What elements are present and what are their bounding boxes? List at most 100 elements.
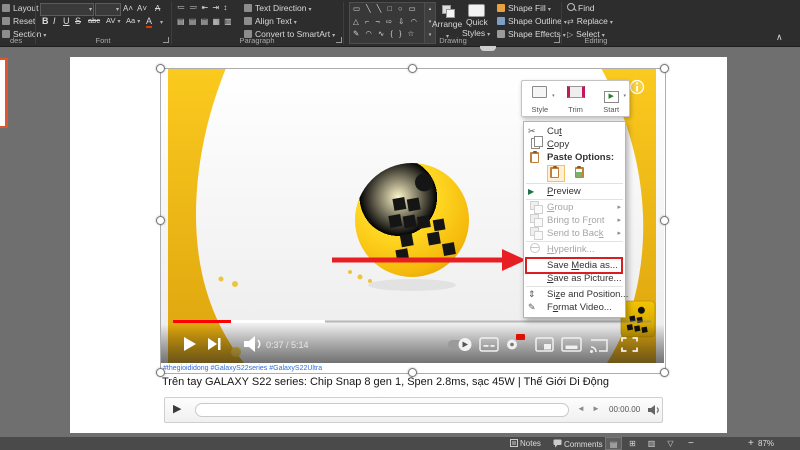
change-case-button[interactable]: Aa ▾ [126,16,140,25]
italic-button[interactable]: I [53,16,56,26]
normal-view-button[interactable]: ▤ [605,437,622,450]
slide-thumbnail-selected[interactable] [0,58,8,128]
zoom-out-button[interactable]: − [688,438,694,449]
zoom-in-button[interactable]: + [748,438,754,449]
font-dialog-launcher[interactable] [163,37,169,43]
menu-separator [526,183,623,184]
group-icon [528,201,544,214]
video-hashtags[interactable]: #thegioididong #GalaxyS22series #GalaxyS… [163,365,322,372]
selection-handle-mid-right[interactable] [660,216,669,225]
status-bar: Notes Comments ▤ ⊞ ▥ ▽ − + 87% [0,437,800,450]
ball-shadow [368,279,456,291]
menu-item-group[interactable]: Group ▸ [524,201,625,214]
align-text-button[interactable]: Align Text ▾ [244,16,297,26]
bold-button[interactable]: B [42,16,49,26]
selection-handle-top-left[interactable] [156,64,165,73]
font-color-caret[interactable]: ▾ [158,16,163,26]
menu-separator [526,257,623,258]
drawing-group-label: Drawing [439,36,467,45]
menu-item-send-to-back[interactable]: Send to Back ▸ [524,227,625,240]
copy-icon [528,136,544,151]
red-arrow-annotation [332,249,526,271]
reset-button[interactable]: Reset [2,16,35,26]
paste-keep-theme-button[interactable] [547,165,565,182]
ribbon: Layout▾ Reset Section▾ des ▾ ▾ A˄ A˅ A B… [0,0,800,47]
font-size-combobox[interactable]: ▾ [95,3,121,16]
trim-button[interactable]: Trim [558,81,594,116]
trim-icon [566,86,585,98]
font-color-button[interactable]: A [146,16,153,28]
slide-sorter-view-button[interactable]: ⊞ [624,437,641,450]
settings-badge [516,334,525,340]
quick-styles-button[interactable]: Quick [466,17,488,27]
text-direction-button[interactable]: Text Direction ▾ [244,3,312,13]
send-to-back-icon [528,227,544,240]
size-position-icon: ⇕ [528,289,536,299]
selection-handle-bottom-right[interactable] [660,368,669,377]
shape-fill-icon [497,4,505,12]
menu-item-paste-options: Paste Options: [524,150,625,164]
arrange-button[interactable]: Arrange [432,19,462,29]
character-spacing-button[interactable]: AV ▾ [106,16,120,25]
media-step-forward-button[interactable]: ► [592,404,600,413]
underline-button[interactable]: U [63,16,70,26]
shape-outline-button[interactable]: Shape Outline ▾ [497,16,567,26]
hyperlink-icon [528,243,544,256]
comments-button[interactable]: Comments [553,439,603,449]
menu-item-bring-to-front[interactable]: Bring to Front ▸ [524,214,625,227]
grow-font-button[interactable]: A˄ [123,4,133,13]
menu-item-preview[interactable]: ▶ Preview [524,185,625,198]
media-step-back-button[interactable]: ◄ [577,404,585,413]
shape-fill-button[interactable]: Shape Fill ▾ [497,3,551,13]
selection-handle-top-right[interactable] [660,64,669,73]
search-icon [567,3,575,11]
selection-handle-mid-left[interactable] [156,216,165,225]
menu-item-save-as-picture[interactable]: Save as Picture... [524,272,625,285]
video-mini-toolbar: ▾ Style Trim ▶ ▾ Start [521,80,630,117]
start-icon: ▶ [603,91,619,103]
media-seek-bar[interactable] [195,403,569,417]
replace-button[interactable]: ⇄ Replace ▾ [567,16,613,26]
video-info-icon[interactable] [629,79,645,95]
collapse-ribbon-button[interactable]: ∧ [776,32,783,43]
reset-icon [2,17,10,25]
strikethrough-abc-button[interactable]: abc [88,16,100,25]
ribbon-notch [480,46,496,51]
paste-as-picture-button[interactable] [572,165,590,182]
find-button[interactable]: Find [567,3,595,13]
progress-played[interactable] [173,320,231,323]
reading-view-button[interactable]: ▥ [643,437,660,450]
zoom-level-label[interactable]: 87% [758,439,774,448]
shapes-row-2[interactable]: △ ⌐ ¬ ⇨ ⇩ ◠ [350,16,424,29]
font-name-combobox[interactable]: ▾ [40,3,94,16]
selection-handle-top-center[interactable] [408,64,417,73]
drawing-dialog-launcher[interactable] [554,37,560,43]
media-play-button[interactable]: ▶ [173,402,181,415]
progress-buffered[interactable] [231,320,325,323]
strikethrough-button[interactable]: S [75,16,81,26]
menu-item-format-video[interactable]: ✎ Format Video... [524,301,625,314]
clear-formatting-button[interactable]: A [155,4,160,13]
media-volume-icon[interactable] [647,404,661,416]
paste-icon [528,150,544,164]
menu-separator [526,241,623,242]
menu-separator [526,286,623,287]
paragraph-dialog-launcher[interactable] [336,37,342,43]
progress-track[interactable] [325,320,651,323]
style-button[interactable]: ▾ Style [522,81,558,116]
notes-icon [510,439,518,447]
paragraph-list-buttons[interactable]: ≔ ≕ ⇤ ⇥ ↕ [177,3,228,12]
paragraph-align-buttons[interactable]: ▤ ▤ ▤ ▦ ▥ [177,17,233,26]
layout-button[interactable]: Layout▾ [2,3,44,13]
slideshow-view-button[interactable]: ▽ [662,437,679,450]
menu-separator [526,199,623,200]
shrink-font-button[interactable]: A˅ [137,4,147,13]
menu-item-save-media-as[interactable]: Save Media as... [524,257,625,274]
menu-item-copy[interactable]: Copy [524,136,625,151]
paragraph-group-label: Paragraph [239,36,275,45]
menu-item-size-and-position[interactable]: ⇕ Size and Position... [524,288,628,301]
start-button[interactable]: ▶ ▾ Start [593,81,629,116]
shapes-row-1[interactable]: ▭ ╲ ╲ □ ○ ▭ [350,3,424,16]
menu-item-hyperlink[interactable]: Hyperlink... [524,243,625,256]
notes-button[interactable]: Notes [510,439,541,448]
